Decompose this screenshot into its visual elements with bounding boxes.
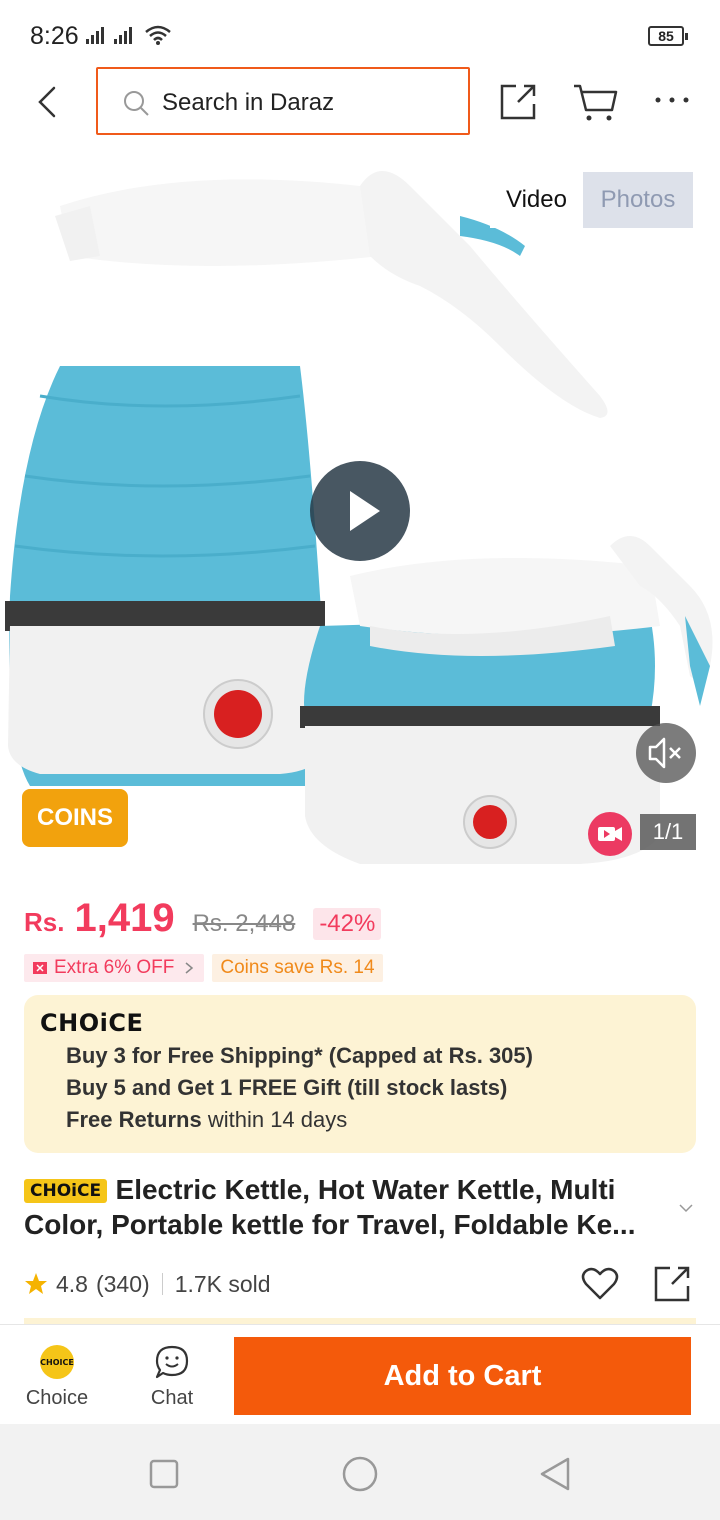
choice-icon: CHOICE xyxy=(40,1345,74,1379)
chevron-down-icon[interactable] xyxy=(678,1200,694,1216)
choice-benefit-shipping: Buy 3 for Free Shipping* (Capped at Rs. … xyxy=(66,1043,533,1068)
battery-indicator: 85 xyxy=(648,26,688,46)
chat-button[interactable]: Chat xyxy=(127,1343,217,1410)
choice-benefit-gift: Buy 5 and Get 1 FREE Gift (till stock la… xyxy=(66,1075,508,1100)
price-row: Rs. 1,419 Rs. 2,448 -42% xyxy=(24,896,382,944)
discount-badge: -42% xyxy=(313,908,382,940)
video-camera-icon[interactable] xyxy=(588,812,632,856)
signal-icon xyxy=(86,27,104,44)
signal-icon-2 xyxy=(114,27,132,44)
extra-off-tag[interactable]: Extra 6% OFF xyxy=(24,954,205,982)
wifi-icon xyxy=(145,25,171,45)
play-button[interactable] xyxy=(310,461,410,561)
promo-row: Extra 6% OFF Coins save Rs. 14 xyxy=(24,954,383,982)
sold-count: 1.7K sold xyxy=(174,1270,271,1297)
rating-value: 4.8 xyxy=(56,1270,88,1297)
system-nav-bar xyxy=(0,1424,720,1520)
choice-nav-label: Choice xyxy=(25,1387,89,1409)
add-to-cart-button[interactable]: Add to Cart xyxy=(234,1337,691,1415)
share-icon[interactable] xyxy=(496,80,540,124)
divider xyxy=(161,1273,163,1295)
choice-nav-button[interactable]: CHOICE Choice xyxy=(12,1343,102,1410)
cart-icon[interactable] xyxy=(572,80,618,124)
more-options-icon[interactable] xyxy=(654,90,690,110)
price-currency: Rs. xyxy=(24,907,65,937)
home-circle-icon[interactable] xyxy=(340,1454,380,1494)
extra-off-label: Extra 6% OFF xyxy=(54,957,175,978)
status-bar: 8:26 85 xyxy=(0,0,720,66)
chat-icon xyxy=(155,1345,189,1379)
review-count: (340) xyxy=(95,1270,150,1297)
search-placeholder: Search in Daraz xyxy=(162,89,335,116)
bottom-action-bar: CHOICE Choice Chat Add to Cart xyxy=(0,1324,720,1424)
page-indicator: 1/1 xyxy=(640,814,696,850)
chat-label: Chat xyxy=(150,1387,194,1409)
status-time: 8:26 xyxy=(30,22,79,50)
chevron-right-icon xyxy=(185,962,194,974)
coins-save-tag: Coins save Rs. 14 xyxy=(212,954,383,982)
recents-square-icon[interactable] xyxy=(144,1454,184,1494)
svg-text:CHOICE: CHOICE xyxy=(40,1358,74,1367)
search-icon xyxy=(124,91,149,116)
search-input[interactable]: Search in Daraz xyxy=(96,67,470,135)
back-arrow-icon[interactable] xyxy=(28,82,68,122)
tab-video[interactable]: Video xyxy=(490,172,583,228)
product-title[interactable]: CHOiCE Electric Kettle, Hot Water Kettle… xyxy=(24,1172,668,1242)
choice-benefits[interactable]: CHOiCE Buy 3 for Free Shipping* (Capped … xyxy=(24,995,696,1153)
star-icon xyxy=(25,1273,47,1294)
coins-badge: COINS xyxy=(22,789,128,847)
choice-benefit-returns: Free Returns within 14 days xyxy=(66,1107,348,1132)
tab-photos[interactable]: Photos xyxy=(582,172,693,228)
top-nav: Search in Daraz xyxy=(0,66,720,146)
choice-tag: CHOiCE xyxy=(24,1179,108,1203)
media-tabs: Video Photos xyxy=(490,172,693,228)
choice-logo: CHOiCE xyxy=(40,1009,144,1037)
product-title-text: Electric Kettle, Hot Water Kettle, Multi… xyxy=(24,1174,636,1240)
back-triangle-icon[interactable] xyxy=(536,1454,576,1494)
voucher-icon xyxy=(33,962,47,974)
share-icon-product[interactable] xyxy=(652,1264,692,1304)
rating-row[interactable]: 4.8 (340) 1.7K sold xyxy=(24,1268,271,1300)
price-original: Rs. 2,448 xyxy=(192,910,296,937)
wishlist-heart-icon[interactable] xyxy=(580,1264,620,1304)
mute-icon[interactable] xyxy=(636,723,696,783)
price-current: 1,419 xyxy=(74,896,175,940)
product-gallery[interactable]: Video Photos COINS 1/1 xyxy=(0,146,720,876)
